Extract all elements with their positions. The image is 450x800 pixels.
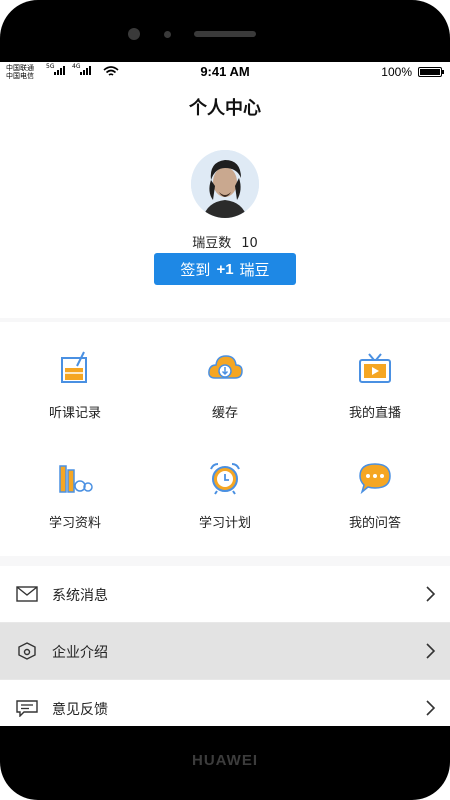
- chevron-right-icon: [426, 700, 436, 716]
- alarm-clock-icon: [210, 463, 240, 495]
- company-icon: [18, 642, 36, 660]
- books-icon: [59, 465, 93, 493]
- grid-label: 学习计划: [198, 516, 251, 531]
- grid-item-study-materials[interactable]: 学习资料: [0, 432, 150, 542]
- page-title: 个人中心: [189, 98, 261, 119]
- checkin-plus: +1: [216, 260, 234, 278]
- menu-item-feedback[interactable]: 意见反馈: [0, 680, 450, 726]
- device-brand: HUAWEI: [192, 752, 258, 769]
- cloud-download-icon: [208, 355, 243, 379]
- grid-label: 我的问答: [348, 516, 401, 531]
- checkin-button[interactable]: 签到 +1 瑞豆: [154, 253, 296, 285]
- beans-value: 10: [241, 236, 258, 251]
- beans-label: 瑞豆数: [192, 236, 232, 251]
- feedback-icon: [16, 700, 38, 717]
- menu-label: 系统消息: [52, 588, 108, 604]
- chevron-right-icon: [426, 643, 436, 659]
- status-bar: 中国联通 中国电信 5G 4G 9:41 AM 100%: [0, 62, 450, 82]
- beans-count: 瑞豆数 10: [0, 232, 450, 251]
- battery-percentage: 100%: [381, 65, 412, 79]
- menu-label: 企业介绍: [52, 645, 108, 661]
- avatar[interactable]: [191, 150, 259, 218]
- chevron-right-icon: [426, 586, 436, 602]
- grid-item-my-live[interactable]: 我的直播: [300, 322, 450, 432]
- phone-bottom-bezel: HUAWEI: [0, 726, 450, 800]
- study-record-icon: [61, 351, 87, 383]
- grid-item-my-qa[interactable]: 我的问答: [300, 432, 450, 542]
- chat-bubble-icon: [359, 463, 391, 495]
- grid-item-cache[interactable]: 缓存: [150, 322, 300, 432]
- grid-label: 我的直播: [348, 406, 401, 421]
- grid-item-study-record[interactable]: 听课记录: [0, 322, 150, 432]
- checkin-label: 签到: [180, 261, 211, 279]
- app-screen: 中国联通 中国电信 5G 4G 9:41 AM 100% 个人中心 瑞豆数 10…: [0, 62, 450, 726]
- menu-label: 意见反馈: [52, 702, 108, 718]
- mail-icon: [16, 586, 38, 602]
- menu-list: 系统消息 企业介绍 意见反馈: [0, 566, 450, 726]
- live-tv-icon: [359, 353, 391, 383]
- checkin-unit: 瑞豆: [239, 261, 270, 279]
- proximity-sensor: [164, 31, 171, 38]
- front-camera: [128, 28, 140, 40]
- menu-item-system-messages[interactable]: 系统消息: [0, 566, 450, 623]
- grid-label: 缓存: [211, 406, 238, 421]
- grid-label: 学习资料: [48, 516, 101, 531]
- feature-grid: 听课记录 缓存 我的直播 学习资料 学习计划 我的问答: [0, 322, 450, 556]
- grid-item-study-plan[interactable]: 学习计划: [150, 432, 300, 542]
- profile-section: 个人中心 瑞豆数 10 签到 +1 瑞豆: [0, 82, 450, 318]
- battery-icon: [418, 67, 444, 77]
- menu-item-company-intro[interactable]: 企业介绍: [0, 623, 450, 680]
- grid-label: 听课记录: [48, 406, 101, 421]
- phone-top-bezel: [0, 0, 450, 62]
- earpiece-speaker: [194, 31, 256, 37]
